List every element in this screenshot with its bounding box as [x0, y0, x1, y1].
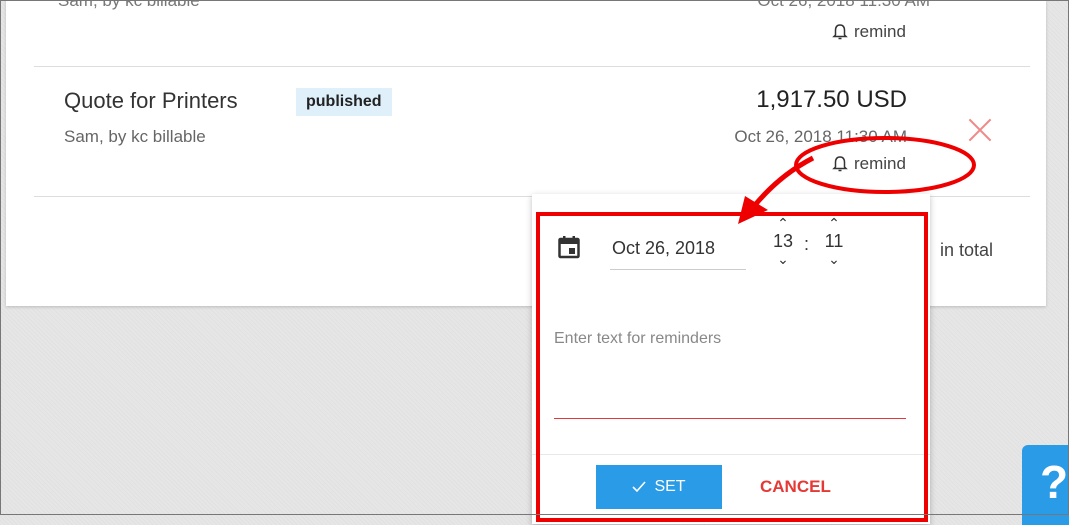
help-icon: ? — [1040, 456, 1069, 508]
chevron-down-icon[interactable]: ⌄ — [769, 252, 797, 266]
hour-spinner: ⌃ 13 ⌄ — [769, 216, 797, 266]
popup-divider — [532, 454, 930, 455]
close-icon[interactable] — [967, 117, 993, 143]
minute-spinner: ⌃ 11 ⌄ — [820, 216, 848, 266]
quote-amount: 1,917.50 USD — [756, 86, 907, 113]
previous-row-remind-button[interactable]: remind — [832, 22, 906, 42]
help-tab[interactable]: ? — [1022, 445, 1069, 525]
previous-row-timestamp: Oct 26, 2018 11:30 AM — [757, 0, 930, 10]
bell-icon — [832, 24, 848, 40]
previous-row-customer: Sam, by kc billable — [58, 0, 200, 10]
quote-title[interactable]: Quote for Printers — [64, 88, 238, 114]
reminder-date-field[interactable]: Oct 26, 2018 — [610, 230, 746, 270]
reminder-text-placeholder: Enter text for reminders — [554, 330, 722, 347]
quote-timestamp: Oct 26, 2018 11:30 AM — [734, 127, 907, 146]
cancel-button[interactable]: CANCEL — [754, 465, 837, 509]
hour-value[interactable]: 13 — [769, 230, 797, 252]
minute-value[interactable]: 11 — [820, 230, 848, 252]
reminder-text-input[interactable]: Enter text for reminders — [554, 314, 906, 419]
set-button-label: SET — [654, 478, 686, 495]
reminder-popup: Oct 26, 2018 ⌃ 13 ⌄ : ⌃ 11 ⌄ Enter text … — [532, 194, 930, 524]
remind-label: remind — [854, 154, 906, 173]
in-total-label: in total — [940, 240, 994, 260]
set-button[interactable]: SET — [596, 465, 722, 509]
remind-button[interactable]: remind — [832, 154, 906, 174]
chevron-down-icon[interactable]: ⌄ — [820, 252, 848, 266]
time-separator: : — [804, 234, 810, 254]
row-divider — [34, 66, 1030, 67]
check-icon — [632, 481, 647, 493]
chevron-up-icon[interactable]: ⌃ — [820, 216, 848, 230]
quote-customer: Sam, by kc billable — [64, 127, 206, 146]
bell-icon — [832, 156, 848, 172]
status-badge: published — [296, 88, 392, 116]
calendar-icon[interactable] — [558, 235, 580, 259]
chevron-up-icon[interactable]: ⌃ — [769, 216, 797, 230]
remind-label: remind — [854, 22, 906, 41]
